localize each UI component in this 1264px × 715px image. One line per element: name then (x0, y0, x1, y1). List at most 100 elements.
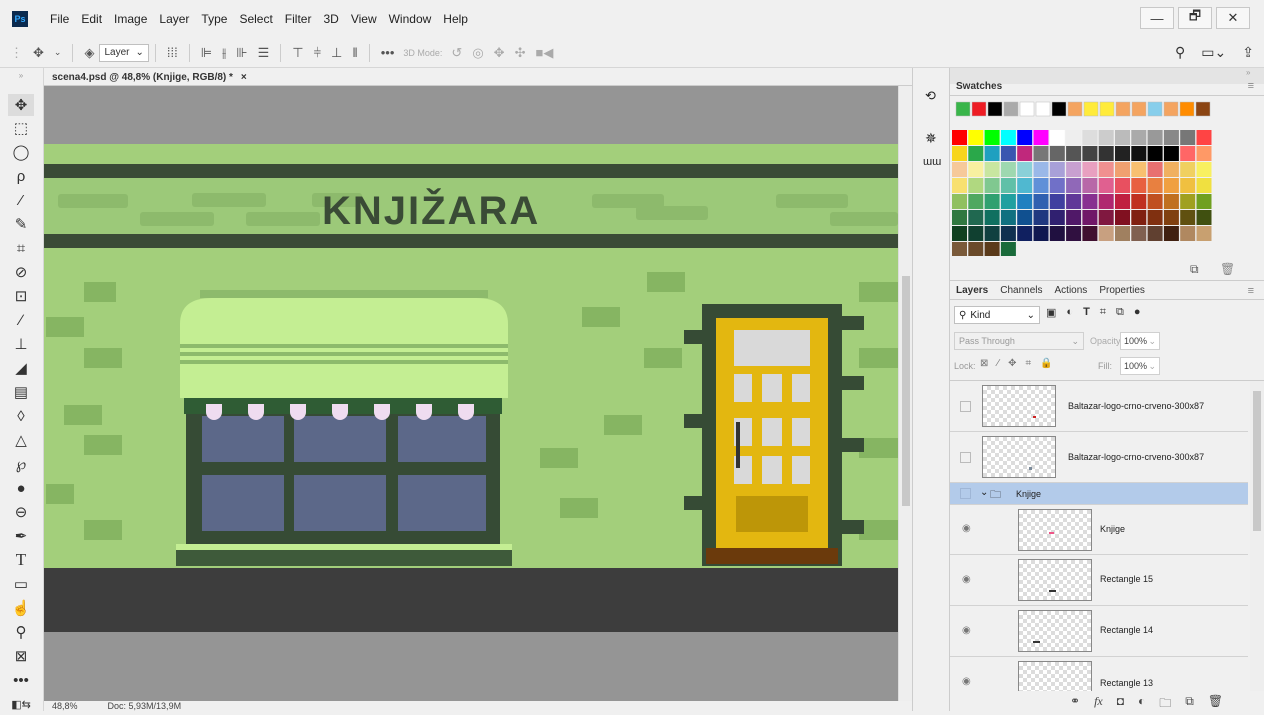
visibility-toggle[interactable] (960, 401, 971, 412)
chevron-down-icon[interactable]: ⌄ (54, 47, 62, 58)
lock-pixels-icon[interactable]: ∕ (997, 358, 999, 369)
distribute-horizontal-icon[interactable]: ‖ (352, 45, 357, 60)
zoom-tool-icon[interactable]: ⚲ (8, 621, 34, 643)
eye-icon[interactable]: ◉ (962, 625, 971, 636)
magic-wand-icon[interactable]: ⁄ (8, 189, 34, 211)
delete-swatch-icon[interactable]: 🗑 (1220, 262, 1235, 276)
3d-slide-icon[interactable]: ✣ (515, 45, 526, 61)
zoom-readout[interactable]: 48,8% (52, 701, 78, 711)
share-icon[interactable]: ⇪ (1242, 44, 1254, 61)
rectangle-tool-icon[interactable]: ▭ (8, 573, 34, 595)
canvas-vertical-scrollbar[interactable] (898, 86, 912, 701)
pen-tool-icon[interactable]: ✒ (8, 525, 34, 547)
close-tab-icon[interactable]: × (241, 72, 247, 83)
smart-object-filter-icon[interactable]: ⧉ (1116, 306, 1124, 319)
canvas-area[interactable]: KNJIŽARA (44, 86, 898, 701)
menu-3d[interactable]: 3D (317, 12, 344, 26)
3d-camera-icon[interactable]: ■◀ (535, 45, 553, 61)
more-options-icon[interactable]: ••• (381, 45, 395, 60)
layer-row[interactable]: ◉ Rectangle 14 (950, 606, 1248, 657)
menu-type[interactable]: Type (195, 12, 233, 26)
layer-row[interactable]: ◉ Rectangle 13 (950, 657, 1248, 691)
swatch-grid[interactable] (950, 96, 1250, 256)
pixel-filter-icon[interactable]: ▣ (1046, 306, 1056, 319)
ellipse-marquee-icon[interactable]: ◯ (8, 141, 34, 163)
fill-field[interactable]: 100% ⌄ (1120, 357, 1160, 375)
layer-row[interactable]: ◉ Rectangle 15 (950, 555, 1248, 606)
menu-image[interactable]: Image (108, 12, 153, 26)
brushes-icon[interactable]: ɯɯ (923, 156, 941, 168)
layer-row[interactable]: Baltazar-logo-crno-crveno-300x87 (950, 381, 1248, 432)
eye-icon[interactable]: ◉ (962, 574, 971, 585)
stamp-tool-icon[interactable]: ⊥ (8, 333, 34, 355)
workspace-icon[interactable]: ▭⌄ (1201, 44, 1226, 61)
align-bottom-icon[interactable]: ⊥ (331, 45, 342, 61)
tab-actions[interactable]: Actions (1049, 285, 1094, 296)
visibility-toggle[interactable] (960, 488, 971, 499)
foreground-background-icon[interactable]: ◧⇆ (8, 693, 34, 715)
collapse-arrows-icon[interactable]: » (8, 70, 34, 80)
quick-selection-icon[interactable]: ✎ (8, 213, 34, 235)
delete-layer-icon[interactable]: 🗑 (1208, 694, 1223, 715)
lock-artboard-icon[interactable]: ⌗ (1025, 358, 1031, 369)
sharpen-tool-icon[interactable]: △ (8, 429, 34, 451)
brush-tool-icon[interactable]: ∕ (8, 309, 34, 331)
align-top-icon[interactable]: ⊤ (292, 45, 303, 61)
new-group-icon[interactable]: 🗀 (1159, 694, 1171, 715)
align-left-icon[interactable]: ⊫ (201, 45, 212, 61)
type-tool-icon[interactable]: T (8, 549, 34, 571)
new-swatch-icon[interactable]: ⧉ (1190, 262, 1199, 277)
blend-mode-dropdown[interactable]: Pass Through ⌄ (954, 332, 1084, 350)
lock-all-icon[interactable]: 🔒 (1040, 358, 1052, 369)
eyedropper-icon[interactable]: ⊘ (8, 261, 34, 283)
link-layers-icon[interactable]: ⚭ (1070, 694, 1080, 715)
menu-filter[interactable]: Filter (279, 12, 318, 26)
sponge-tool-icon[interactable]: ⊖ (8, 501, 34, 523)
menu-view[interactable]: View (345, 12, 383, 26)
adjustment-layer-icon[interactable]: ◐ (1138, 694, 1145, 715)
tab-channels[interactable]: Channels (994, 285, 1048, 296)
menu-file[interactable]: File (44, 12, 75, 26)
filter-toggle-icon[interactable]: ● (1134, 306, 1141, 319)
swatches-tab[interactable]: Swatches (950, 81, 1008, 92)
chevron-down-icon[interactable]: ⌄ (980, 487, 988, 498)
layer-filter-dropdown[interactable]: ⚲ Kind ⌄ (954, 306, 1040, 324)
3d-roll-icon[interactable]: ◎ (472, 45, 483, 61)
visibility-toggle[interactable] (960, 452, 971, 463)
search-icon[interactable]: ⚲ (1175, 44, 1185, 61)
new-layer-icon[interactable]: ⧉ (1185, 694, 1194, 715)
menu-layer[interactable]: Layer (153, 12, 195, 26)
opacity-field[interactable]: 100% ⌄ (1120, 332, 1160, 350)
close-button[interactable]: ✕ (1216, 7, 1250, 29)
dodge-tool-icon[interactable]: ● (8, 477, 34, 499)
add-mask-icon[interactable]: ◘ (1117, 694, 1124, 715)
menu-select[interactable]: Select (233, 12, 278, 26)
minimize-button[interactable]: — (1140, 7, 1174, 29)
distribute-icon[interactable]: ☰ (258, 45, 270, 61)
align-right-icon[interactable]: ⊪ (236, 45, 247, 61)
shape-filter-icon[interactable]: ⌗ (1100, 306, 1106, 319)
tab-properties[interactable]: Properties (1093, 285, 1151, 296)
marquee-tool-icon[interactable]: ⬚ (8, 117, 34, 139)
menu-window[interactable]: Window (383, 12, 438, 26)
panel-menu-icon[interactable]: ≡ (1248, 285, 1254, 297)
more-tools-icon[interactable]: ••• (8, 669, 34, 691)
smudge-tool-icon[interactable]: ℘ (8, 453, 34, 475)
transform-controls-icon[interactable]: ⁞⁞⁞ (167, 45, 178, 60)
tab-layers[interactable]: Layers (950, 285, 994, 296)
brush-settings-icon[interactable]: ✵ (925, 130, 937, 147)
eraser-tool-icon[interactable]: ◢ (8, 357, 34, 379)
layer-select-dropdown[interactable]: Layer ⌄ (99, 43, 149, 62)
artwork-canvas[interactable]: KNJIŽARA (44, 86, 898, 701)
menu-edit[interactable]: Edit (75, 12, 108, 26)
lock-transparency-icon[interactable]: ⊠ (980, 358, 988, 369)
eye-icon[interactable]: ◉ (962, 523, 971, 534)
layer-group-row[interactable]: ⌄ 🗀 Knjige (950, 483, 1248, 505)
scroll-thumb[interactable] (1253, 391, 1261, 531)
frame-x-icon[interactable]: ⊠ (8, 645, 34, 667)
layer-row[interactable]: ◉ Knjige (950, 505, 1248, 555)
3d-pan-icon[interactable]: ✥ (494, 45, 505, 61)
document-tab[interactable]: scena4.psd @ 48,8% (Knjige, RGB/8) * × (52, 68, 247, 86)
frame-tool-icon[interactable]: ⊡ (8, 285, 34, 307)
move-tool-icon[interactable]: ✥ (8, 94, 34, 116)
